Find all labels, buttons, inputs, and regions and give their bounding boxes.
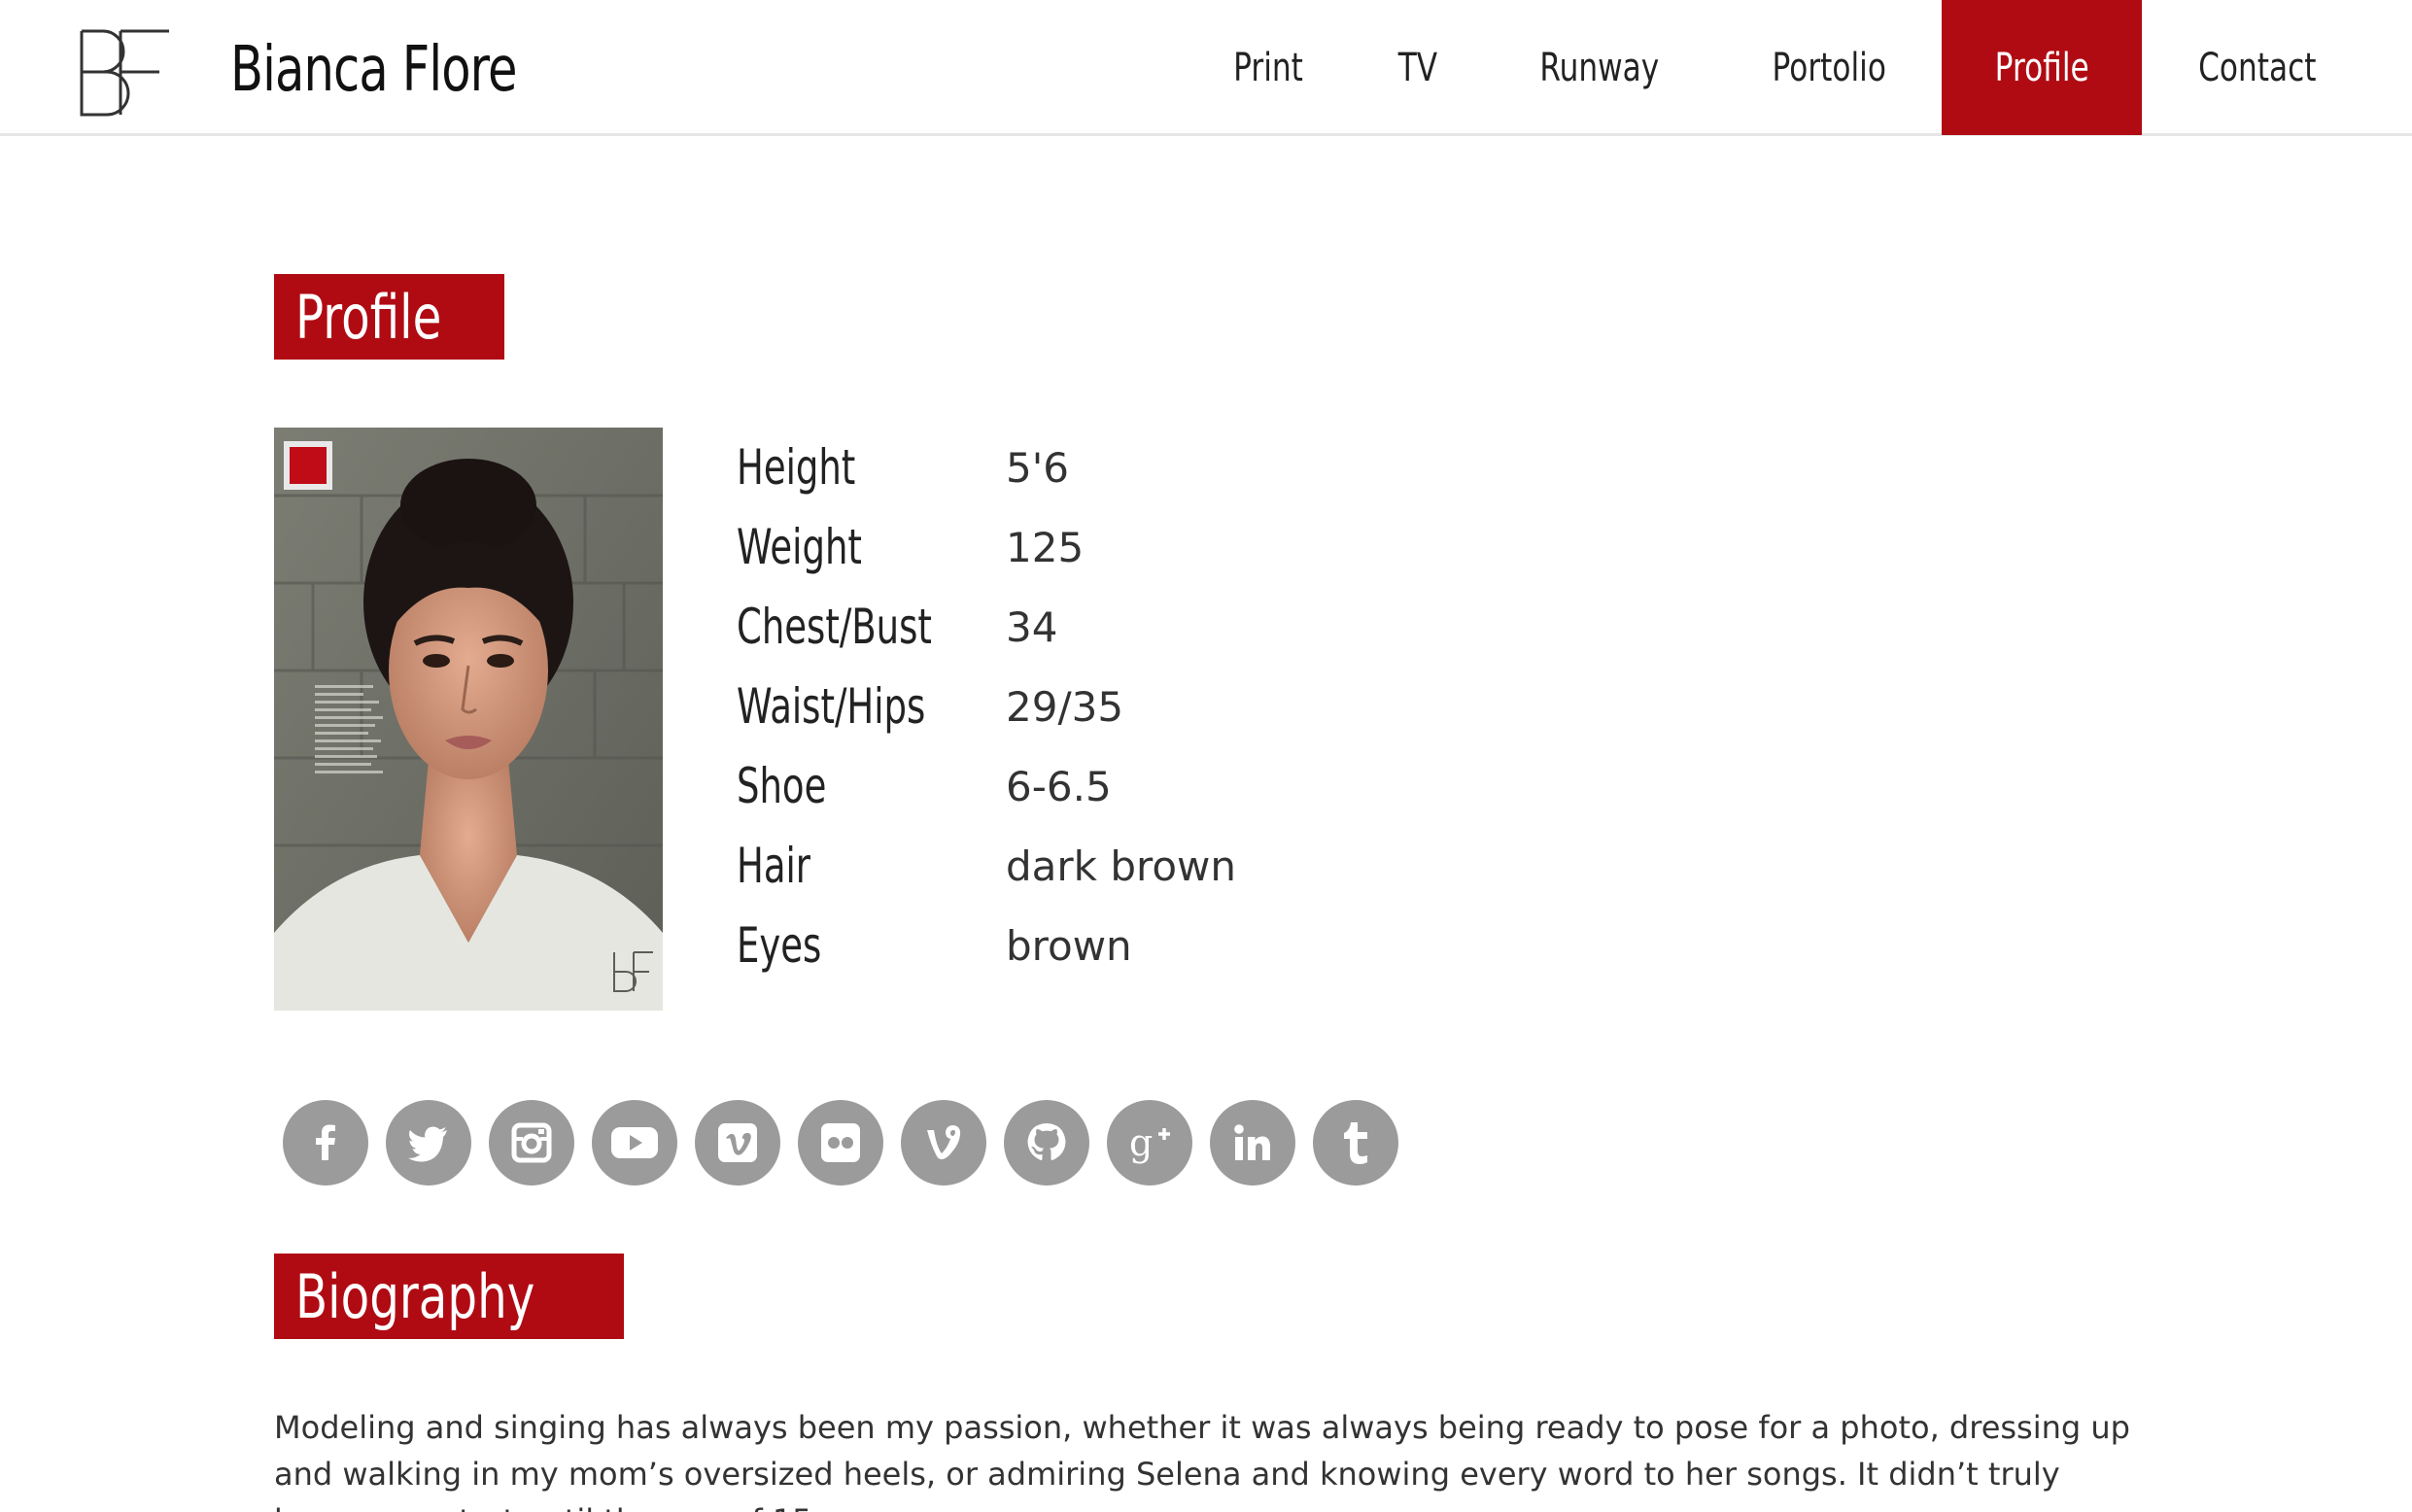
facebook-icon[interactable] — [283, 1100, 368, 1186]
stat-label: Weight — [737, 519, 862, 575]
stat-value: 34 — [1006, 602, 1058, 651]
nav-print-label: Print — [1233, 45, 1304, 90]
biography-heading-text: Biography — [295, 1260, 535, 1332]
stat-row-weight: Weight 125 — [737, 507, 1236, 587]
bf-logo[interactable] — [78, 29, 171, 117]
github-icon[interactable] — [1004, 1100, 1089, 1186]
vine-icon[interactable] — [901, 1100, 986, 1186]
stat-row-height: Height 5'6 — [737, 428, 1236, 507]
stat-row-shoe: Shoe 6-6.5 — [737, 746, 1236, 826]
stat-value: 125 — [1006, 523, 1085, 571]
google-plus-icon[interactable]: g — [1107, 1100, 1192, 1186]
nav-runway[interactable]: Runway — [1483, 0, 1716, 135]
site-header: Bianca Flore Print TV Runway Portolio Pr… — [0, 0, 2412, 136]
stat-label: Chest/Bust — [737, 599, 932, 655]
biography-heading: Biography — [274, 1254, 624, 1339]
stat-label: Hair — [737, 838, 810, 894]
stat-label: Waist/Hips — [737, 678, 926, 735]
instagram-icon[interactable] — [489, 1100, 574, 1186]
nav-tv[interactable]: TV — [1353, 0, 1483, 135]
nav-tv-label: TV — [1397, 45, 1438, 90]
stat-label: Shoe — [737, 758, 827, 814]
stat-row-waist-hips: Waist/Hips 29/35 — [737, 667, 1236, 746]
stat-value: 6-6.5 — [1006, 762, 1112, 810]
nav-runway-label: Runway — [1539, 45, 1660, 90]
stat-label: Eyes — [737, 917, 822, 974]
svg-text:g: g — [1129, 1121, 1153, 1164]
nav-print[interactable]: Print — [1184, 0, 1353, 135]
youtube-icon[interactable] — [592, 1100, 677, 1186]
profile-heading-text: Profile — [295, 281, 442, 353]
tumblr-icon[interactable] — [1313, 1100, 1398, 1186]
stat-row-chest-bust: Chest/Bust 34 — [737, 587, 1236, 667]
stat-row-eyes: Eyes brown — [737, 906, 1236, 985]
nav-contact-label: Contact — [2198, 45, 2317, 90]
social-links: g — [283, 1100, 1398, 1186]
stat-value: dark brown — [1006, 842, 1237, 890]
nav-contact[interactable]: Contact — [2142, 0, 2373, 135]
twitter-icon[interactable] — [386, 1100, 471, 1186]
stat-value: 29/35 — [1006, 682, 1124, 731]
biography-text: Modeling and singing has always been my … — [274, 1409, 2130, 1512]
linkedin-icon[interactable] — [1210, 1100, 1295, 1186]
profile-photo[interactable] — [274, 428, 663, 1011]
nav-profile[interactable]: Profile — [1942, 0, 2143, 135]
vimeo-icon[interactable] — [695, 1100, 780, 1186]
profile-stats: Height 5'6 Weight 125 Chest/Bust 34 Wais… — [737, 428, 1236, 985]
stat-value: brown — [1006, 921, 1132, 970]
flickr-icon[interactable] — [798, 1100, 883, 1186]
nav-portfolio-label: Portolio — [1772, 45, 1886, 90]
main-nav: Print TV Runway Portolio Profile Contact — [1184, 0, 2412, 135]
nav-profile-label: Profile — [1994, 45, 2089, 90]
nav-portfolio[interactable]: Portolio — [1716, 0, 1942, 135]
stat-value: 5'6 — [1006, 443, 1069, 492]
stat-row-hair: Hair dark brown — [737, 826, 1236, 906]
profile-heading: Profile — [274, 274, 504, 360]
site-title[interactable]: Bianca Flore — [230, 23, 517, 117]
stat-label: Height — [737, 439, 856, 496]
